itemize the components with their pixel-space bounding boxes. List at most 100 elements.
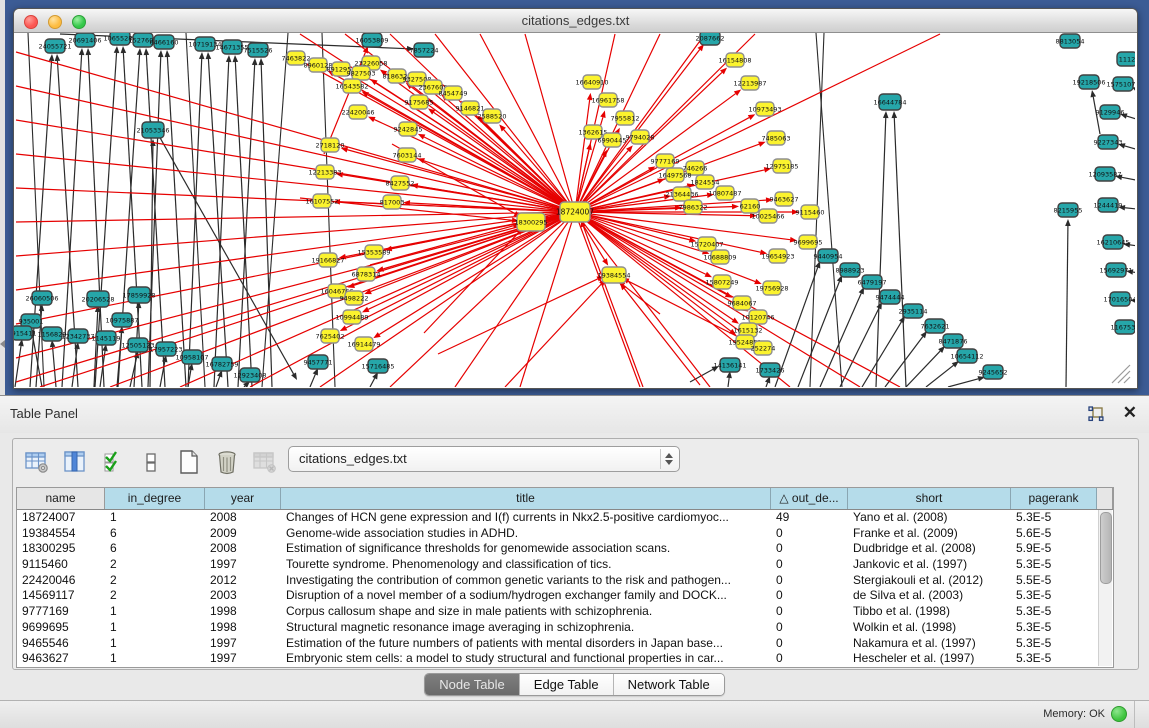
- table-cell[interactable]: Estimation of significance thresholds fo…: [281, 541, 771, 557]
- create-column-button[interactable]: [173, 447, 205, 477]
- table-cell[interactable]: 2: [105, 588, 205, 604]
- table-cell[interactable]: Disruption of a novel member of a sodium…: [281, 588, 771, 604]
- table-cell[interactable]: de Silva et al. (2003): [848, 588, 1011, 604]
- table-cell[interactable]: 19384554: [17, 526, 105, 542]
- table-row[interactable]: 946554611997Estimation of the future num…: [17, 636, 1113, 652]
- table-row[interactable]: 1456911722003Disruption of a novel membe…: [17, 588, 1113, 604]
- table-cell[interactable]: 2009: [205, 526, 281, 542]
- tab-node-table[interactable]: Node Table: [425, 674, 520, 695]
- table-cell[interactable]: 5.5E-5: [1011, 573, 1097, 589]
- table-cell[interactable]: 2008: [205, 541, 281, 557]
- table-cell[interactable]: 2008: [205, 510, 281, 526]
- tab-edge-table[interactable]: Edge Table: [520, 674, 614, 695]
- table-row[interactable]: 969969511998Structural magnetic resonanc…: [17, 620, 1113, 636]
- collapse-chevron-icon[interactable]: [0, 340, 5, 348]
- table-row[interactable]: 977716911998Corpus callosum shape and si…: [17, 604, 1113, 620]
- table-cell[interactable]: 1: [105, 636, 205, 652]
- table-cell[interactable]: 22420046: [17, 573, 105, 589]
- table-row[interactable]: 1872400712008Changes of HCN gene express…: [17, 510, 1113, 526]
- table-cell[interactable]: 5.3E-5: [1011, 557, 1097, 573]
- table-cell[interactable]: 6: [105, 526, 205, 542]
- table-cell[interactable]: 5.3E-5: [1011, 651, 1097, 667]
- table-cell[interactable]: 0: [771, 620, 848, 636]
- table-row[interactable]: 911546021997Tourette syndrome. Phenomeno…: [17, 557, 1113, 573]
- table-cell[interactable]: 18724007: [17, 510, 105, 526]
- table-row[interactable]: 1938455462009Genome-wide association stu…: [17, 526, 1113, 542]
- table-cell[interactable]: 2: [105, 557, 205, 573]
- table-cell[interactable]: 9699695: [17, 620, 105, 636]
- table-cell[interactable]: 1997: [205, 557, 281, 573]
- table-cell[interactable]: 5.3E-5: [1011, 604, 1097, 620]
- table-cell[interactable]: Embryonic stem cells: a model to study s…: [281, 651, 771, 667]
- table-cell[interactable]: 0: [771, 573, 848, 589]
- memory-ok-indicator[interactable]: [1111, 706, 1127, 722]
- table-cell[interactable]: Wolkin et al. (1998): [848, 620, 1011, 636]
- table-cell[interactable]: Franke et al. (2009): [848, 526, 1011, 542]
- table-cell[interactable]: 0: [771, 541, 848, 557]
- table-cell[interactable]: Dudbridge et al. (2008): [848, 541, 1011, 557]
- table-cell[interactable]: Structural magnetic resonance image aver…: [281, 620, 771, 636]
- close-panel-icon[interactable]: ✕: [1123, 403, 1137, 423]
- network-window[interactable]: citations_edges.txt 18724007183002951938…: [13, 8, 1138, 389]
- table-cell[interactable]: 0: [771, 604, 848, 620]
- column-header-year[interactable]: year: [205, 488, 281, 509]
- table-cell[interactable]: Corpus callosum shape and size in male p…: [281, 604, 771, 620]
- table-cell[interactable]: 1: [105, 604, 205, 620]
- table-cell[interactable]: Estimation of the future numbers of pati…: [281, 636, 771, 652]
- table-cell[interactable]: 5.9E-5: [1011, 541, 1097, 557]
- table-cell[interactable]: 1997: [205, 636, 281, 652]
- scrollbar-thumb[interactable]: [1100, 512, 1112, 584]
- table-cell[interactable]: Changes of HCN gene expression and I(f) …: [281, 510, 771, 526]
- table-row[interactable]: 946362711997Embryonic stem cells: a mode…: [17, 651, 1113, 667]
- float-window-icon[interactable]: [1087, 405, 1105, 423]
- table-cell[interactable]: Tourette syndrome. Phenomenology and cla…: [281, 557, 771, 573]
- table-cell[interactable]: 5.3E-5: [1011, 588, 1097, 604]
- table-cell[interactable]: 0: [771, 651, 848, 667]
- column-header-name[interactable]: name: [17, 488, 105, 509]
- table-cell[interactable]: 5.3E-5: [1011, 636, 1097, 652]
- table-cell[interactable]: 1: [105, 620, 205, 636]
- table-cell[interactable]: 14569117: [17, 588, 105, 604]
- table-cell[interactable]: 1997: [205, 651, 281, 667]
- table-cell[interactable]: 2: [105, 573, 205, 589]
- column-header-pagerank[interactable]: pagerank: [1011, 488, 1097, 509]
- delete-column-button[interactable]: [211, 447, 243, 477]
- table-cell[interactable]: 0: [771, 526, 848, 542]
- table-cell[interactable]: 1998: [205, 604, 281, 620]
- table-cell[interactable]: 5.3E-5: [1011, 510, 1097, 526]
- table-cell[interactable]: 9465546: [17, 636, 105, 652]
- table-cell[interactable]: Stergiakouli et al. (2012): [848, 573, 1011, 589]
- table-cell[interactable]: Genome-wide association studies in ADHD.: [281, 526, 771, 542]
- table-mode-button[interactable]: [21, 447, 53, 477]
- show-columns-button[interactable]: [59, 447, 91, 477]
- table-cell[interactable]: 6: [105, 541, 205, 557]
- tab-network-table[interactable]: Network Table: [614, 674, 724, 695]
- table-cell[interactable]: 1: [105, 510, 205, 526]
- table-cell[interactable]: Yano et al. (2008): [848, 510, 1011, 526]
- table-cell[interactable]: 1: [105, 651, 205, 667]
- table-cell[interactable]: 9463627: [17, 651, 105, 667]
- column-header-out_de[interactable]: △ out_de...: [771, 488, 848, 509]
- table-cell[interactable]: Nakamura et al. (1997): [848, 636, 1011, 652]
- table-cell[interactable]: 5.3E-5: [1011, 620, 1097, 636]
- sidebar-collapsed-rail[interactable]: [0, 0, 5, 395]
- column-header-short[interactable]: short: [848, 488, 1011, 509]
- table-cell[interactable]: Hescheler et al. (1997): [848, 651, 1011, 667]
- table-cell[interactable]: Tibbo et al. (1998): [848, 604, 1011, 620]
- table-cell[interactable]: 5.6E-5: [1011, 526, 1097, 542]
- select-all-columns-button[interactable]: [97, 447, 129, 477]
- unselect-all-columns-button[interactable]: [135, 447, 167, 477]
- table-row[interactable]: 1830029562008Estimation of significance …: [17, 541, 1113, 557]
- table-cell[interactable]: 9777169: [17, 604, 105, 620]
- network-graph-canvas[interactable]: 1872400718300295193845542405572120691406…: [14, 33, 1135, 387]
- table-cell[interactable]: 0: [771, 636, 848, 652]
- table-cell[interactable]: Investigating the contribution of common…: [281, 573, 771, 589]
- column-header-in_degree[interactable]: in_degree: [105, 488, 205, 509]
- table-cell[interactable]: 49: [771, 510, 848, 526]
- table-cell[interactable]: 0: [771, 557, 848, 573]
- table-cell[interactable]: 9115460: [17, 557, 105, 573]
- table-cell[interactable]: 0: [771, 588, 848, 604]
- table-cell[interactable]: Jankovic et al. (1997): [848, 557, 1011, 573]
- table-cell[interactable]: 2012: [205, 573, 281, 589]
- table-cell[interactable]: 2003: [205, 588, 281, 604]
